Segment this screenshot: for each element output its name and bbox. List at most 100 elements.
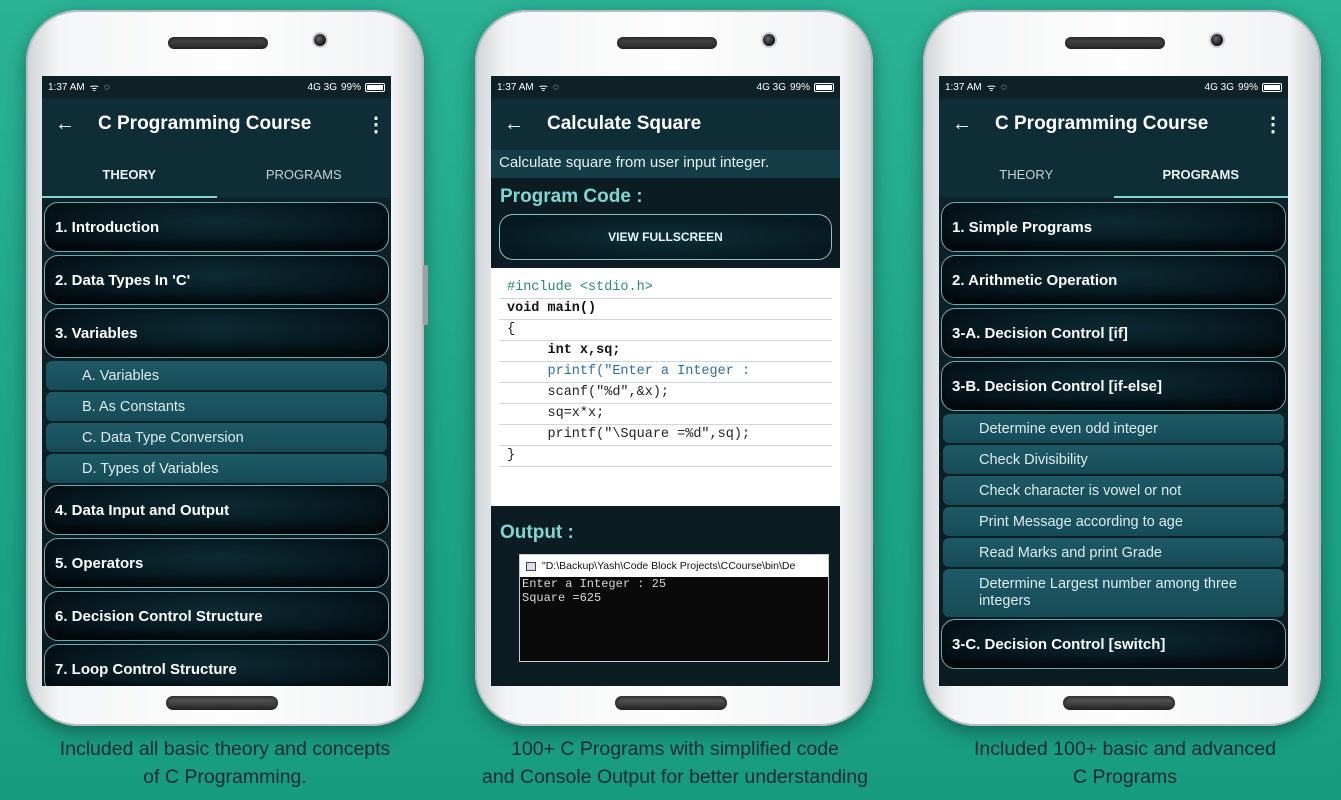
caption-line: of C Programming.: [143, 766, 307, 788]
view-fullscreen-button[interactable]: VIEW FULLSCREEN: [499, 214, 832, 260]
tab-theory[interactable]: THEORY: [42, 150, 217, 198]
camera: [761, 32, 777, 48]
more-vert-icon[interactable]: ⋮: [361, 112, 391, 137]
caption-line: Included 100+ basic and advanced: [974, 738, 1276, 760]
app-bar: ← C Programming Course ⋮: [939, 98, 1288, 150]
console-line: Enter a Integer : 25: [522, 577, 667, 591]
back-arrow-icon[interactable]: ←: [939, 113, 985, 136]
whatsapp-icon: ◌: [103, 81, 110, 93]
list-item[interactable]: 2. Arithmetic Operation: [941, 255, 1286, 305]
screen: 1:37 AM ᯤ ◌ 4G 3G 99% ← C Programming Cours…: [939, 76, 1288, 686]
tab-theory[interactable]: THEORY: [939, 150, 1114, 198]
signal-text: 4G 3G: [756, 81, 786, 93]
signal-text: 4G 3G: [1204, 81, 1234, 93]
tab-bar: THEORY PROGRAMS: [939, 150, 1288, 198]
code-line: {: [499, 320, 832, 341]
list-item[interactable]: 3-C. Decision Control [switch]: [941, 619, 1286, 669]
sub-item[interactable]: A. Variables: [46, 361, 387, 390]
home-button: [1063, 696, 1175, 710]
program-description: Calculate square from user input integer…: [491, 150, 840, 178]
list-item[interactable]: 1. Simple Programs: [941, 202, 1286, 252]
battery-icon: [365, 82, 385, 92]
camera: [312, 32, 328, 48]
console-titlebar: "D:\Backup\Yash\Code Block Projects\CCou…: [520, 555, 828, 577]
code-view: #include <stdio.h> void main() { int x,s…: [491, 268, 840, 506]
code-line: printf("Enter a Integer :: [499, 362, 832, 383]
code-line: int x,sq;: [499, 341, 832, 362]
app-bar: ← C Programming Course ⋮: [42, 98, 391, 150]
list-item[interactable]: 3-B. Decision Control [if-else]: [941, 361, 1286, 411]
tab-bar: THEORY PROGRAMS: [42, 150, 391, 198]
code-heading: Program Code :: [500, 186, 643, 207]
speaker: [1065, 37, 1165, 49]
battery-text: 99%: [789, 81, 810, 93]
status-bar: 1:37 AM ᯤ ◌ 4G 3G 99%: [491, 76, 840, 98]
list-item[interactable]: 1. Introduction: [44, 202, 389, 252]
console-window-icon: [526, 561, 536, 571]
battery-text: 99%: [1237, 81, 1258, 93]
caption-theory: Included all basic theory and concepts o…: [20, 735, 430, 791]
home-button: [615, 696, 727, 710]
list-item[interactable]: 7. Loop Control Structure: [44, 644, 389, 686]
list-item[interactable]: 2. Data Types In 'C': [44, 255, 389, 305]
tab-programs[interactable]: PROGRAMS: [217, 150, 392, 198]
app-bar: ← Calculate Square: [491, 98, 840, 150]
code-line: void main(): [499, 299, 832, 320]
back-arrow-icon[interactable]: ←: [491, 113, 537, 136]
sub-item[interactable]: B. As Constants: [46, 392, 387, 421]
console-output: "D:\Backup\Yash\Code Block Projects\CCou…: [519, 554, 829, 662]
app-title: Calculate Square: [547, 113, 702, 134]
battery-icon: [814, 82, 834, 92]
more-vert-icon[interactable]: ⋮: [1258, 112, 1288, 137]
caption-line: C Programs: [1072, 766, 1178, 788]
list-item[interactable]: 5. Operators: [44, 538, 389, 588]
sub-item[interactable]: C. Data Type Conversion: [46, 423, 387, 452]
code-line: sq=x*x;: [499, 404, 832, 425]
code-line: scanf("%d",&x);: [499, 383, 832, 404]
screen: 1:37 AM ᯤ ◌ 4G 3G 99% ← C Programming Cours…: [42, 76, 391, 686]
code-line: }: [499, 446, 832, 467]
sub-item[interactable]: Print Message according to age: [943, 507, 1284, 536]
whatsapp-icon: ◌: [1000, 81, 1007, 93]
app-title: C Programming Course: [995, 113, 1209, 134]
topic-list: 1. Introduction 2. Data Types In 'C' 3. …: [42, 198, 391, 686]
wifi-icon: ᯤ: [986, 83, 996, 94]
wifi-icon: ᯤ: [89, 83, 99, 94]
sub-item[interactable]: Read Marks and print Grade: [943, 538, 1284, 567]
console-title: "D:\Backup\Yash\Code Block Projects\CCou…: [542, 560, 796, 572]
list-item[interactable]: 4. Data Input and Output: [44, 485, 389, 535]
sub-item[interactable]: D. Types of Variables: [46, 454, 387, 483]
status-time: 1:37 AM: [945, 81, 982, 93]
console-line: Square =625: [522, 591, 602, 605]
phone-program: 1:37 AM ᯤ ◌ 4G 3G 99% ← Calculate Square Ca…: [475, 10, 873, 726]
caption-line: Included all basic theory and concepts: [59, 738, 391, 760]
list-item[interactable]: 3-A. Decision Control [if]: [941, 308, 1286, 358]
tab-programs[interactable]: PROGRAMS: [1113, 150, 1289, 198]
app-title: C Programming Course: [98, 113, 312, 134]
caption-advanced: Included 100+ basic and advanced C Progr…: [920, 735, 1330, 791]
status-time: 1:37 AM: [497, 81, 534, 93]
status-time: 1:37 AM: [48, 81, 85, 93]
caption-line: 100+ C Programs with simplified code: [511, 738, 839, 760]
signal-text: 4G 3G: [307, 81, 337, 93]
battery-icon: [1262, 82, 1282, 92]
sub-item[interactable]: Check Divisibility: [943, 445, 1284, 474]
list-item[interactable]: 6. Decision Control Structure: [44, 591, 389, 641]
caption-programs: 100+ C Programs with simplified code and…: [455, 735, 895, 791]
phone-theory: 1:37 AM ᯤ ◌ 4G 3G 99% ← C Programming Cours…: [26, 10, 428, 726]
sub-item[interactable]: Determine even odd integer: [943, 414, 1284, 443]
program-list: 1. Simple Programs 2. Arithmetic Operati…: [939, 198, 1288, 686]
whatsapp-icon: ◌: [552, 81, 559, 93]
code-line: #include <stdio.h>: [499, 278, 832, 299]
code-line: printf("\Square =%d",sq);: [499, 425, 832, 446]
battery-text: 99%: [340, 81, 361, 93]
back-arrow-icon[interactable]: ←: [42, 113, 88, 136]
sub-item[interactable]: Determine Largest number among three int…: [943, 569, 1284, 617]
list-item[interactable]: 3. Variables: [44, 308, 389, 358]
volume-button: [423, 265, 428, 325]
sub-item[interactable]: Check character is vowel or not: [943, 476, 1284, 505]
wifi-icon: ᯤ: [538, 83, 548, 94]
speaker: [168, 37, 268, 49]
home-button: [166, 696, 278, 710]
phone-programs-list: 1:37 AM ᯤ ◌ 4G 3G 99% ← C Programming Cours…: [923, 10, 1321, 726]
